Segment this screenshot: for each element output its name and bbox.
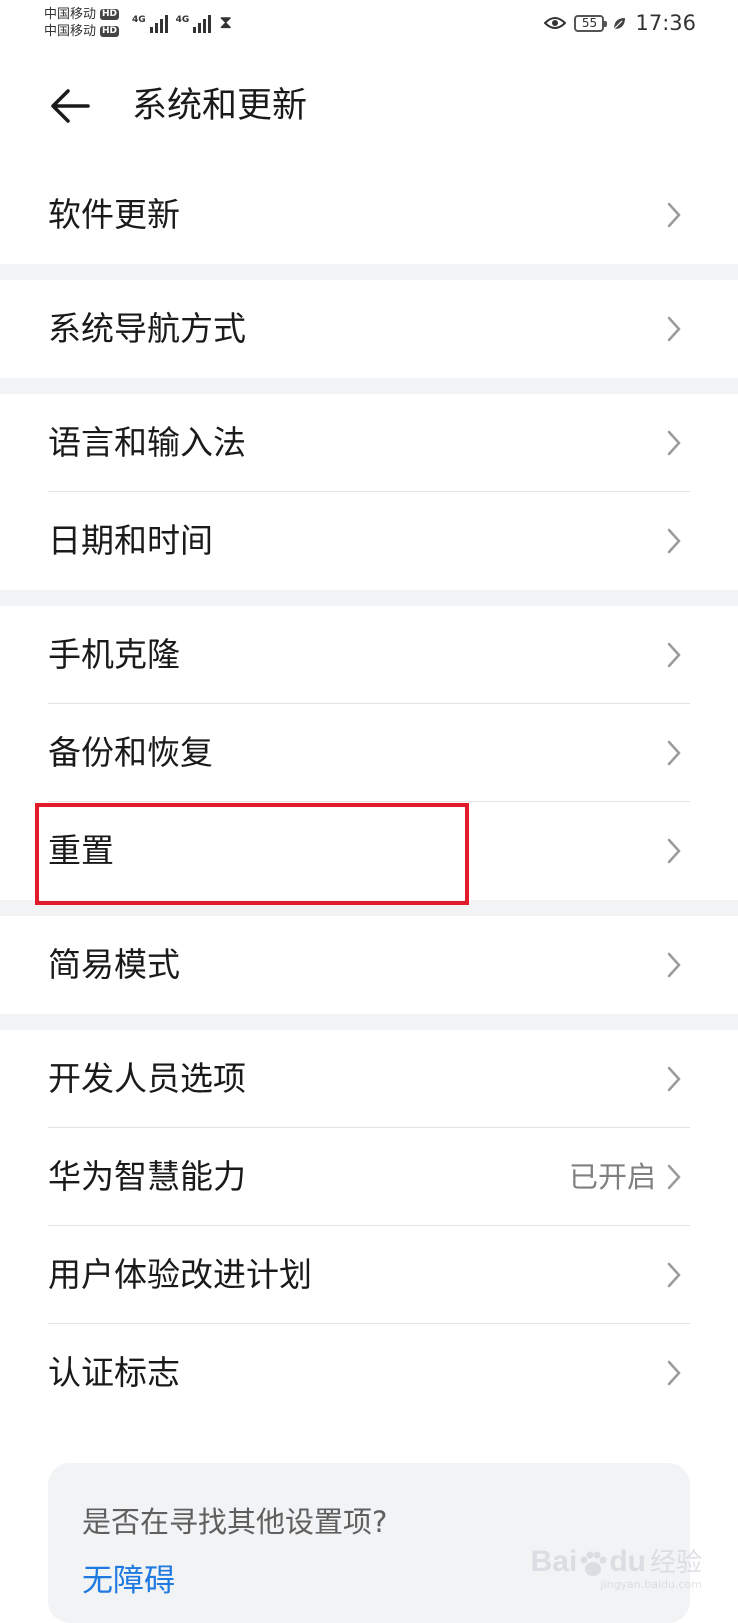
suggestion-question: 是否在寻找其他设置项? xyxy=(82,1505,388,1539)
chevron-right-icon xyxy=(667,1066,681,1092)
settings-item-label: 开发人员选项 xyxy=(48,1059,246,1098)
chevron-right-icon xyxy=(667,430,681,456)
settings-group-developer: 开发人员选项 华为智慧能力 已开启 用户体验改进计划 认证标志 xyxy=(0,1030,738,1422)
settings-item-label: 语言和输入法 xyxy=(48,423,246,462)
chevron-right-icon xyxy=(667,740,681,766)
chevron-right-icon xyxy=(667,838,681,864)
eye-icon xyxy=(544,17,567,29)
page-title: 系统和更新 xyxy=(132,86,308,126)
settings-item-system-navigation[interactable]: 系统导航方式 xyxy=(0,280,738,378)
chevron-right-icon xyxy=(667,1360,681,1386)
chevron-right-icon xyxy=(667,1262,681,1288)
settings-group-navigation: 系统导航方式 xyxy=(0,280,738,378)
settings-item-label: 华为智慧能力 xyxy=(48,1157,246,1196)
settings-item-simple-mode[interactable]: 简易模式 xyxy=(0,916,738,1014)
chevron-right-icon xyxy=(667,1164,681,1190)
network-type-1: 4G xyxy=(132,15,146,25)
settings-group-update: 软件更新 xyxy=(0,166,738,264)
hd-badge-1: HD xyxy=(100,9,120,20)
hd-badge-2: HD xyxy=(100,26,120,37)
settings-item-label: 简易模式 xyxy=(48,945,180,984)
group-separator xyxy=(0,264,738,280)
chevron-right-icon xyxy=(667,528,681,554)
carrier-name-1: 中国移动 xyxy=(44,7,97,22)
status-bar: 中国移动 HD 中国移动 HD 4G 4G ⧗ 55 17:36 xyxy=(0,0,738,46)
settings-item-label: 系统导航方式 xyxy=(48,309,246,348)
group-separator xyxy=(0,378,738,394)
settings-item-label: 用户体验改进计划 xyxy=(48,1255,312,1294)
app-header: 系统和更新 xyxy=(0,62,738,152)
accessibility-link[interactable]: 无障碍 xyxy=(82,1555,175,1600)
settings-item-label: 日期和时间 xyxy=(48,521,213,560)
watermark-brand-right: du xyxy=(609,1545,646,1578)
settings-item-date-time[interactable]: 日期和时间 xyxy=(0,492,738,590)
battery-level: 55 xyxy=(581,16,598,30)
signal-indicators: 4G 4G ⧗ xyxy=(132,13,232,33)
watermark-brand-cn: 经验 xyxy=(649,1548,702,1578)
settings-item-backup-restore[interactable]: 备份和恢复 xyxy=(0,704,738,802)
signal-strength-icon: 4G xyxy=(176,15,212,33)
settings-item-certification[interactable]: 认证标志 xyxy=(0,1324,738,1422)
highlight-box xyxy=(35,803,469,905)
status-right: 55 17:36 xyxy=(544,11,696,35)
watermark-url: jingyan.baidu.com xyxy=(600,1578,702,1591)
settings-item-label: 手机克隆 xyxy=(48,635,180,674)
group-separator xyxy=(0,1014,738,1030)
chevron-right-icon xyxy=(667,642,681,668)
settings-item-huawei-ai[interactable]: 华为智慧能力 已开启 xyxy=(0,1128,738,1226)
signal-strength-icon: 4G xyxy=(132,15,168,33)
carrier-name-2: 中国移动 xyxy=(44,24,97,39)
battery-icon: 55 xyxy=(574,14,608,32)
settings-item-label: 备份和恢复 xyxy=(48,733,213,772)
clock: 17:36 xyxy=(635,11,696,35)
hourglass-icon: ⧗ xyxy=(219,12,232,33)
network-type-2: 4G xyxy=(175,15,190,25)
settings-group-simple-mode: 简易模式 xyxy=(0,916,738,1014)
leaf-icon xyxy=(614,17,626,29)
settings-item-label: 软件更新 xyxy=(48,195,180,234)
chevron-right-icon xyxy=(667,202,681,228)
chevron-right-icon xyxy=(667,316,681,342)
settings-item-label: 认证标志 xyxy=(48,1353,180,1392)
settings-item-phone-clone[interactable]: 手机克隆 xyxy=(0,606,738,704)
settings-item-developer-options[interactable]: 开发人员选项 xyxy=(0,1030,738,1128)
baidu-watermark: Bai du 经验 jingyan.baidu.com xyxy=(530,1542,702,1591)
settings-item-software-update[interactable]: 软件更新 xyxy=(0,166,738,264)
watermark-brand-left: Bai xyxy=(530,1545,578,1578)
settings-item-user-experience[interactable]: 用户体验改进计划 xyxy=(0,1226,738,1324)
back-arrow-icon[interactable] xyxy=(48,84,92,128)
carrier-info: 中国移动 HD 中国移动 HD xyxy=(44,6,120,40)
chevron-right-icon xyxy=(667,952,681,978)
group-separator xyxy=(0,590,738,606)
settings-item-language-input[interactable]: 语言和输入法 xyxy=(0,394,738,492)
paw-icon xyxy=(580,1551,607,1576)
status-value: 已开启 xyxy=(568,1160,656,1194)
settings-group-language: 语言和输入法 日期和时间 xyxy=(0,394,738,590)
